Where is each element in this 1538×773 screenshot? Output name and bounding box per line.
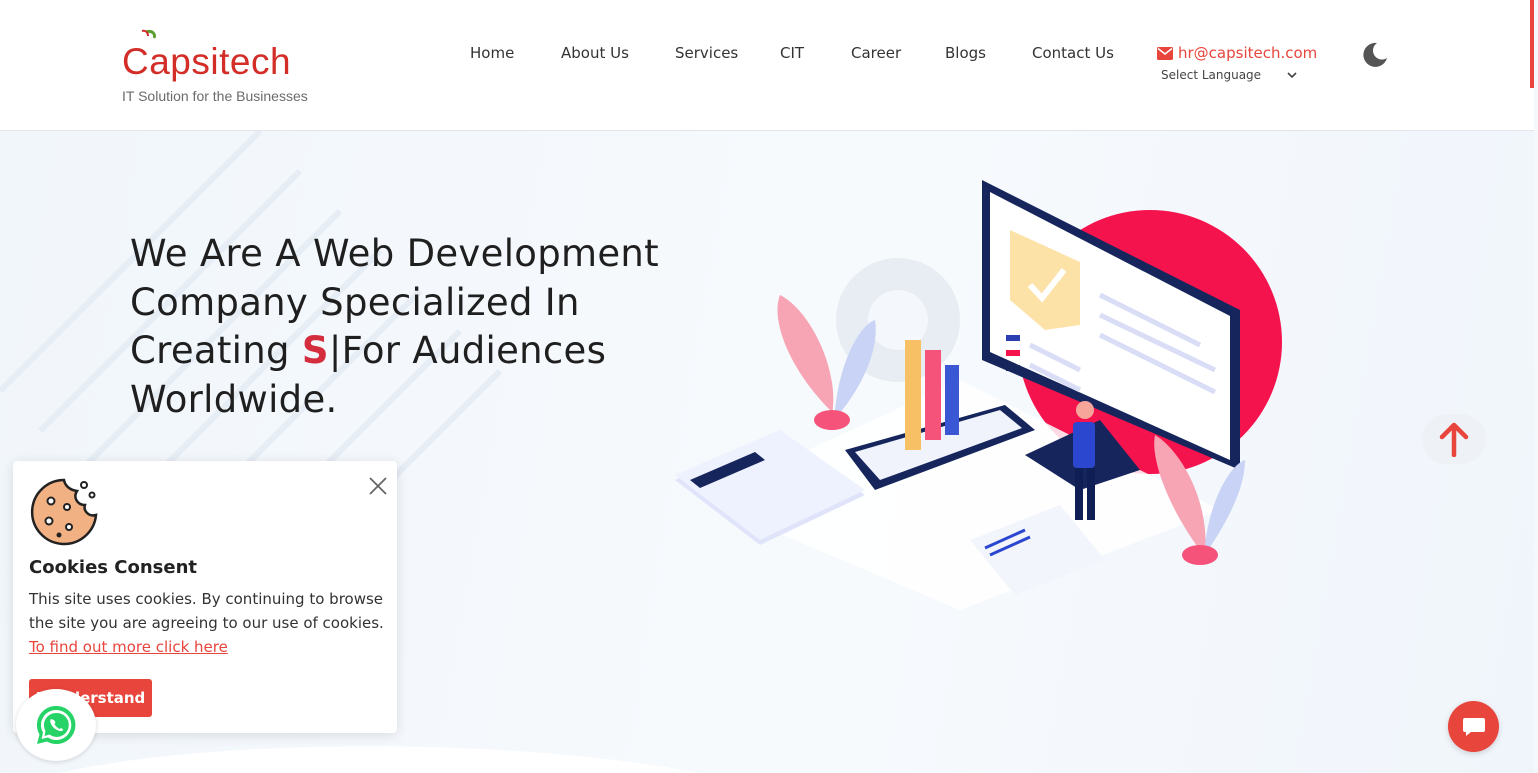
hero-title-typed: S	[301, 329, 329, 372]
chat-icon	[1462, 717, 1485, 736]
nav-blogs[interactable]: Blogs	[945, 43, 986, 63]
nav-services[interactable]: Services	[675, 43, 738, 63]
capsitech-logo[interactable]: Capsitech IT Solution for the Businesses	[118, 28, 328, 108]
cookie-icon	[30, 478, 98, 546]
scroll-to-top-button[interactable]	[1422, 414, 1486, 464]
site-header: Capsitech IT Solution for the Businesses…	[0, 0, 1534, 131]
email-link[interactable]: hr@capsitech.com	[1157, 43, 1317, 63]
cookie-info-link[interactable]: To find out more click here	[29, 638, 228, 656]
nav-career[interactable]: Career	[851, 43, 901, 63]
moon-icon[interactable]	[1362, 42, 1388, 68]
nav-cit[interactable]: CIT	[780, 43, 804, 63]
chevron-down-icon	[1287, 71, 1297, 78]
hero-illustration	[675, 180, 1282, 610]
language-select[interactable]: Select Language	[1161, 68, 1297, 82]
arrow-up-icon	[1439, 422, 1469, 457]
cookie-consent-text: This site uses cookies. By continuing to…	[29, 587, 389, 659]
hero-title: We Are A Web Development Company Special…	[130, 230, 690, 424]
edge-accent-bar	[1530, 0, 1534, 88]
whatsapp-button[interactable]	[16, 689, 96, 761]
logo-tagline: IT Solution for the Businesses	[122, 88, 308, 104]
hero-title-cursor: |	[328, 329, 342, 372]
cookie-consent-title: Cookies Consent	[29, 557, 198, 578]
nav-home[interactable]: Home	[470, 43, 514, 63]
nav-about-us[interactable]: About Us	[561, 43, 629, 63]
email-text: hr@capsitech.com	[1178, 44, 1318, 62]
section-wave	[60, 746, 700, 773]
envelope-icon	[1157, 46, 1173, 60]
close-icon[interactable]	[367, 475, 389, 497]
chat-button[interactable]	[1448, 701, 1499, 752]
cookie-consent-body: This site uses cookies. By continuing to…	[29, 590, 384, 632]
nav-contact-us[interactable]: Contact Us	[1032, 43, 1114, 63]
language-select-label: Select Language	[1161, 68, 1262, 82]
logo-wordmark: Capsitech	[122, 41, 292, 82]
whatsapp-icon	[36, 705, 76, 744]
